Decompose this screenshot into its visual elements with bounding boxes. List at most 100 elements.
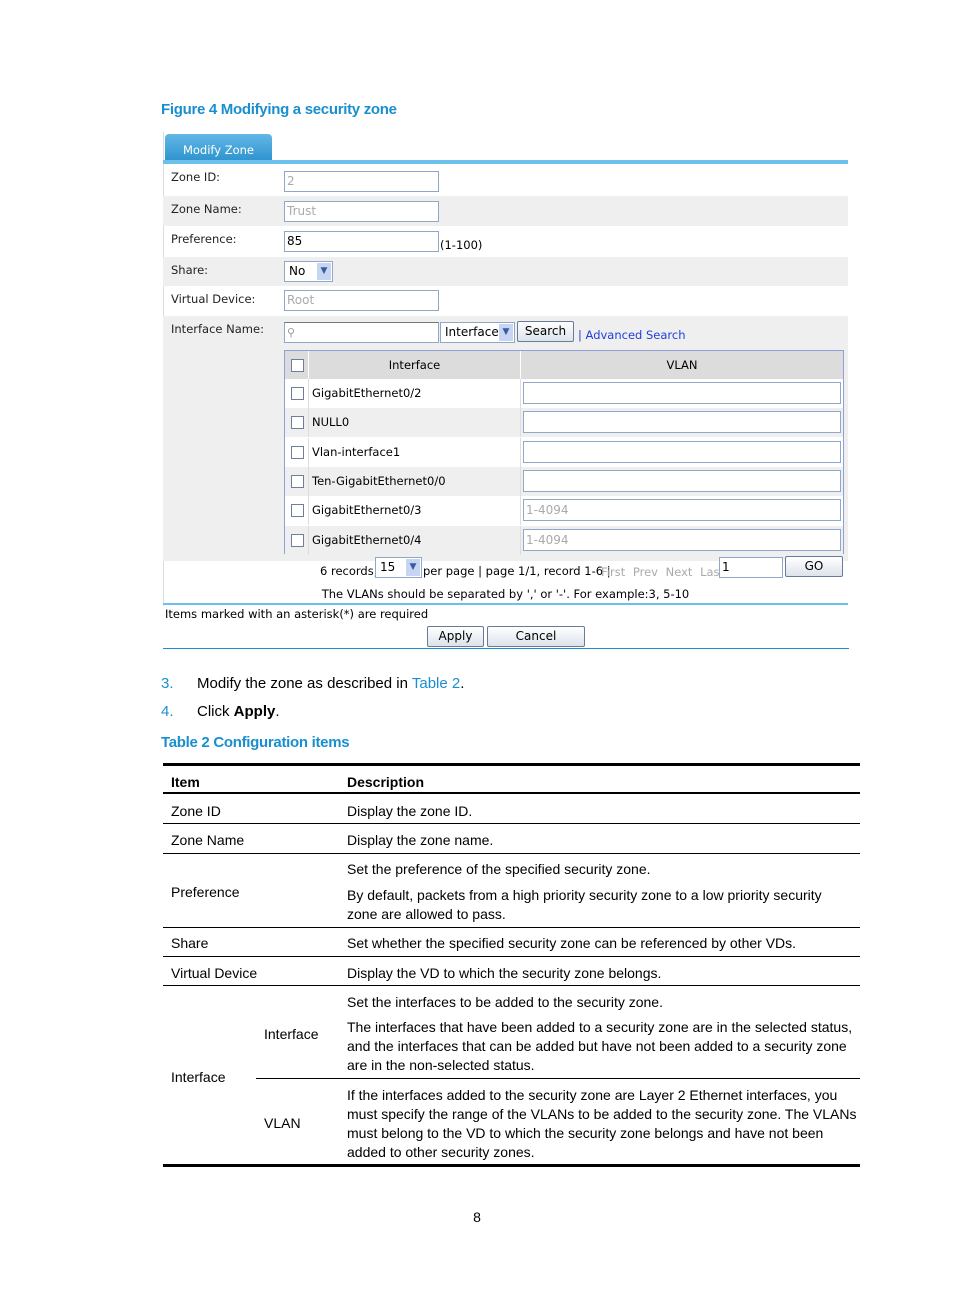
subitem-vlan: VLAN: [264, 1115, 301, 1131]
zone-name-input[interactable]: Trust: [284, 201, 439, 222]
tab-modify-zone[interactable]: Modify Zone: [165, 134, 272, 161]
interface-name: Vlan-interface1: [312, 444, 401, 459]
required-note: Items marked with an asterisk(*) are req…: [165, 607, 429, 621]
rule: [163, 853, 860, 854]
go-button[interactable]: GO: [785, 556, 843, 577]
divider: [163, 603, 848, 605]
search-field-value: Interface: [445, 325, 499, 339]
table-row: Ten-GigabitEthernet0/0: [285, 466, 843, 496]
row-checkbox[interactable]: [291, 387, 304, 400]
rule: [163, 927, 860, 928]
item-virtual-device: Virtual Device: [171, 965, 258, 981]
table-caption: Table 2 Configuration items: [161, 734, 350, 751]
table-row: NULL0: [285, 408, 843, 438]
divider: [308, 466, 309, 496]
rule: [256, 1078, 860, 1079]
desc-share: Set whether the specified security zone …: [347, 935, 797, 951]
item-zone-name: Zone Name: [171, 832, 245, 848]
chevron-down-icon: ▼: [499, 324, 513, 341]
per-page-value: 15: [380, 560, 396, 574]
row-zone-id: Zone ID: 2: [163, 164, 848, 196]
vlan-note: The VLANs should be separated by ',' or …: [321, 587, 690, 601]
divider: [520, 379, 521, 408]
virtual-device-label: Virtual Device:: [171, 292, 256, 306]
desc-interface-status: The interfaces that have been added to a…: [347, 1019, 853, 1073]
figure-caption: Figure 4 Modifying a security zone: [161, 101, 397, 118]
step-text: Click: [197, 703, 234, 720]
cancel-button[interactable]: Cancel: [487, 626, 585, 647]
subitem-interface: Interface: [264, 1026, 319, 1042]
zone-name-label: Zone Name:: [171, 202, 242, 216]
step-3: 3. Modify the zone as described in Table …: [161, 675, 464, 692]
search-button[interactable]: Search: [517, 321, 574, 342]
virtual-device-input[interactable]: Root: [284, 290, 439, 311]
step-number: 4.: [161, 703, 174, 720]
interface-name: NULL0: [312, 415, 350, 430]
divider: [308, 379, 309, 408]
interface-name: Ten-GigabitEthernet0/0: [312, 473, 446, 488]
item-interface: Interface: [171, 1069, 226, 1085]
divider: [308, 496, 309, 526]
row-checkbox[interactable]: [291, 445, 304, 459]
rule: [163, 985, 860, 986]
vlan-input[interactable]: [523, 469, 841, 492]
page-info: per page | page 1/1, record 1-6 |: [423, 564, 611, 578]
rule: [163, 1164, 860, 1167]
rule: [163, 823, 860, 824]
zone-id-input[interactable]: 2: [284, 171, 439, 192]
next-link[interactable]: Next: [666, 565, 693, 579]
page-number: 8: [473, 1209, 481, 1225]
row-checkbox[interactable]: [291, 416, 304, 430]
header-interface: Interface: [388, 358, 441, 372]
desc-virtual-device: Display the VD to which the security zon…: [347, 965, 662, 981]
rule: [163, 792, 860, 794]
search-field-select[interactable]: Interface ▼: [440, 322, 515, 343]
per-page-select[interactable]: 15 ▼: [375, 557, 422, 578]
vlan-input[interactable]: [523, 411, 841, 434]
preference-input[interactable]: 85: [284, 231, 439, 252]
desc-interface: Set the interfaces to be added to the se…: [347, 994, 663, 1010]
divider: [520, 496, 521, 526]
vlan-input[interactable]: 1-4094: [523, 528, 841, 551]
vlan-input[interactable]: 1-4094: [523, 499, 841, 522]
vlan-input[interactable]: [523, 440, 841, 463]
vlan-input[interactable]: [523, 382, 841, 404]
table-row: Vlan-interface1: [285, 437, 843, 467]
divider: [308, 437, 309, 467]
step-text: Modify the zone as described in: [197, 675, 412, 692]
row-checkbox[interactable]: [291, 474, 304, 488]
row-checkbox[interactable]: [291, 504, 304, 518]
desc-zone-id: Display the zone ID.: [347, 803, 473, 819]
row-checkbox[interactable]: [291, 533, 304, 547]
apply-button[interactable]: Apply: [427, 626, 484, 647]
divider: [520, 408, 521, 438]
step-4: 4. Click Apply.: [161, 703, 280, 720]
table-row: GigabitEthernet0/3 1-4094: [285, 496, 843, 526]
row-zone-name: Zone Name: Trust: [163, 196, 848, 226]
pager-links: First Prev Next Last: [601, 565, 724, 579]
divider: [308, 525, 309, 555]
advanced-search-link[interactable]: | Advanced Search: [578, 328, 686, 342]
divider: [520, 466, 521, 496]
interface-name: GigabitEthernet0/4: [312, 532, 422, 547]
rule: [163, 956, 860, 957]
select-all-checkbox[interactable]: [291, 359, 304, 372]
prev-link[interactable]: Prev: [633, 565, 658, 579]
desc-vlan: If the interfaces added to the security …: [347, 1087, 857, 1160]
preference-label: Preference:: [171, 232, 237, 246]
chevron-down-icon: ▼: [406, 559, 420, 576]
share-select[interactable]: No ▼: [284, 261, 333, 282]
step-text: .: [460, 675, 465, 692]
row-preference: Preference: 85 (1-100): [163, 226, 848, 257]
interface-search-input[interactable]: ⚲: [284, 322, 439, 343]
page-input[interactable]: 1: [719, 557, 783, 578]
header-vlan: VLAN: [666, 358, 698, 372]
first-link[interactable]: First: [601, 565, 625, 579]
zone-id-label: Zone ID:: [171, 170, 221, 184]
interface-name-label: Interface Name:: [171, 322, 264, 336]
table-row: GigabitEthernet0/4 1-4094: [285, 525, 843, 555]
rule: [163, 763, 860, 766]
divider: [520, 437, 521, 467]
table-2-link[interactable]: Table 2: [412, 675, 460, 692]
header-description: Description: [347, 774, 425, 790]
